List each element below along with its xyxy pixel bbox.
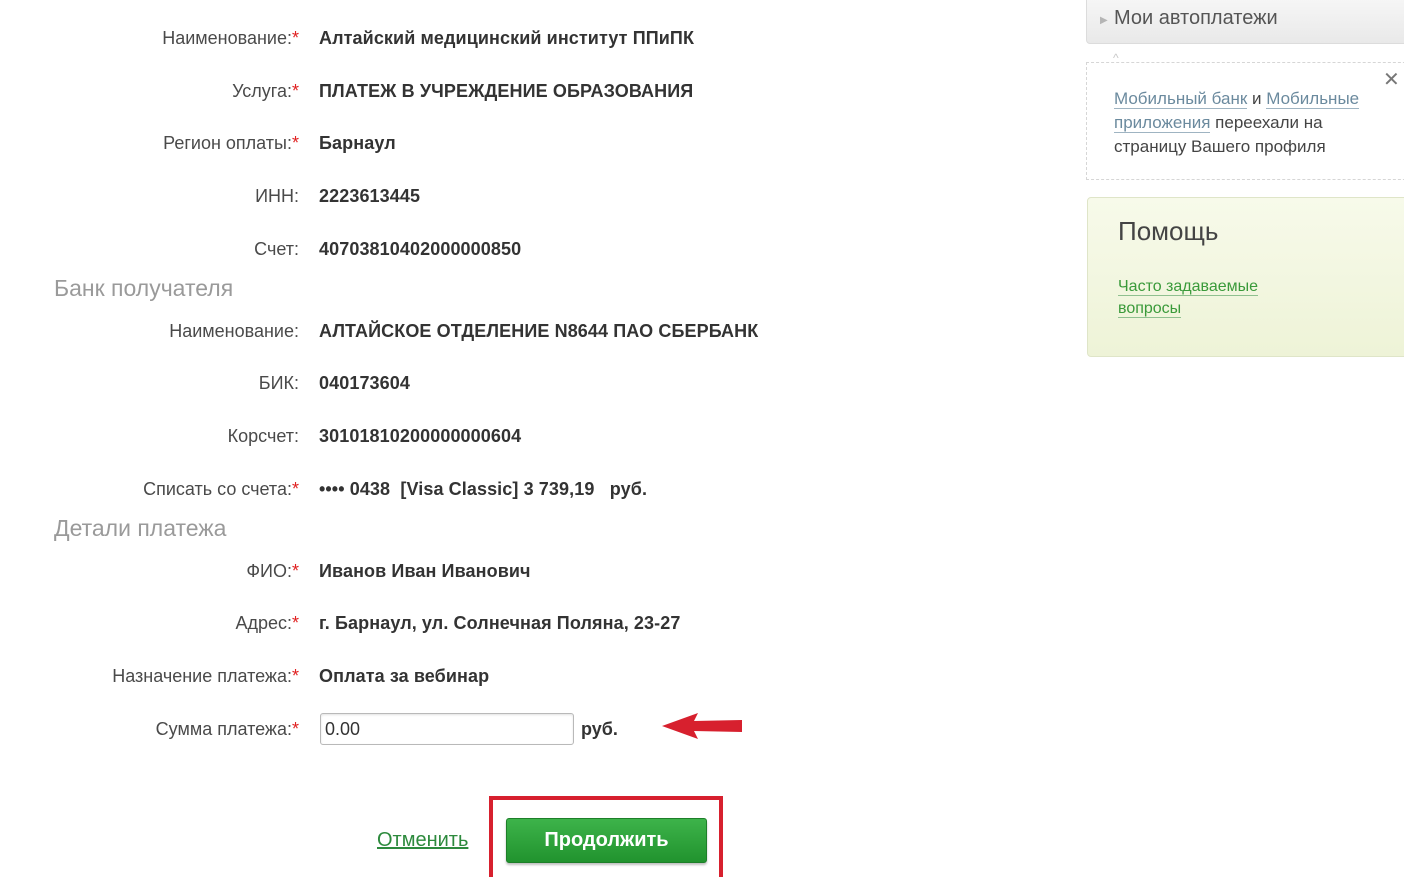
notice-conj: и [1247, 89, 1267, 108]
row-address: Адрес:* г. Барнаул, ул. Солнечная Поляна… [0, 611, 680, 635]
payment-page: Наименование:* Алтайский медицинский инс… [0, 0, 1404, 877]
relocation-notice: ^ ✕ Мобильный банк и Мобильные приложени… [1086, 51, 1404, 180]
debit-account-label: Списать со счета:* [143, 478, 299, 499]
faq-link[interactable]: Часто задаваемые вопросы [1118, 276, 1288, 320]
chevron-right-icon: ▶ [1100, 15, 1108, 26]
mobile-bank-link[interactable]: Мобильный банк [1114, 89, 1248, 109]
region-value: Барнаул [319, 132, 396, 153]
fio-label: ФИО:* [246, 560, 299, 581]
row-recipient-name: Наименование:* Алтайский медицинский инс… [0, 26, 694, 50]
close-icon[interactable]: ✕ [1383, 67, 1400, 92]
row-corr-account: Корсчет: 30101810200000000604 [0, 424, 521, 448]
row-service: Услуга:* ПЛАТЕЖ В УЧРЕЖДЕНИЕ ОБРАЗОВАНИЯ [0, 79, 693, 103]
details-section-title: Детали платежа [54, 515, 227, 541]
account-label: Счет: [254, 238, 299, 259]
service-value: ПЛАТЕЖ В УЧРЕЖДЕНИЕ ОБРАЗОВАНИЯ [319, 80, 694, 101]
recipient-name-label: Наименование:* [162, 27, 299, 48]
bik-value: 040173604 [319, 372, 410, 393]
corr-account-label: Корсчет: [227, 425, 299, 446]
debit-account-select[interactable]: •••• 0438 [Visa Classic] 3 739,19 руб. [319, 479, 647, 500]
row-purpose: Назначение платежа:* Оплата за вебинар [0, 664, 489, 688]
faq-link-label: Часто задаваемые вопросы [1118, 278, 1259, 318]
inn-value: 2223613445 [319, 185, 421, 206]
fio-value: Иванов Иван Иванович [319, 560, 531, 581]
notice-pointer-icon: ^ [1113, 51, 1119, 65]
notice-text: Мобильный банк и Мобильные приложения пе… [1114, 87, 1376, 159]
row-region: Регион оплаты:* Барнаул [0, 131, 396, 155]
region-label: Регион оплаты:* [163, 132, 299, 153]
my-autopayments-item[interactable]: ▶ Мои автоплатежи [1086, 0, 1404, 44]
recipient-name-value: Алтайский медицинский институт ППиПК [319, 27, 695, 48]
address-label: Адрес:* [235, 612, 299, 633]
service-label: Услуга:* [232, 80, 299, 101]
bank-name-label: Наименование: [169, 320, 299, 341]
continue-button[interactable]: Продолжить [506, 818, 707, 863]
row-bank-name: Наименование: АЛТАЙСКОЕ ОТДЕЛЕНИЕ N8644 … [0, 319, 758, 343]
bik-label: БИК: [258, 372, 299, 393]
help-panel: Помощь Часто задаваемые вопросы [1087, 197, 1404, 357]
row-inn: ИНН: 2223613445 [0, 184, 420, 208]
row-bik: БИК: 040173604 [0, 371, 410, 395]
bank-name-value: АЛТАЙСКОЕ ОТДЕЛЕНИЕ N8644 ПАО СБЕРБАНК [319, 320, 759, 341]
amount-label: Сумма платежа:* [155, 718, 299, 739]
corr-account-value: 30101810200000000604 [319, 425, 522, 446]
row-fio: ФИО:* Иванов Иван Иванович [0, 559, 531, 583]
inn-label: ИНН: [255, 185, 299, 206]
help-title: Помощь [1118, 216, 1219, 246]
my-autopayments-label: Мои автоплатежи [1114, 7, 1278, 29]
red-arrow-left-icon [662, 713, 742, 739]
address-value: г. Барнаул, ул. Солнечная Поляна, 23-27 [319, 612, 681, 633]
amount-unit: руб. [581, 718, 618, 739]
bank-section-title: Банк получателя [54, 275, 234, 301]
amount-input[interactable] [320, 713, 574, 745]
purpose-label: Назначение платежа:* [112, 665, 299, 686]
row-account: Счет: 40703810402000000850 [0, 237, 521, 261]
cancel-link[interactable]: Отменить [377, 829, 468, 852]
account-value: 40703810402000000850 [319, 238, 522, 259]
row-amount: Сумма платежа:* руб. [0, 713, 618, 745]
purpose-value: Оплата за вебинар [319, 665, 490, 686]
row-debit-account: Списать со счета:* •••• 0438 [Visa Class… [0, 477, 647, 501]
